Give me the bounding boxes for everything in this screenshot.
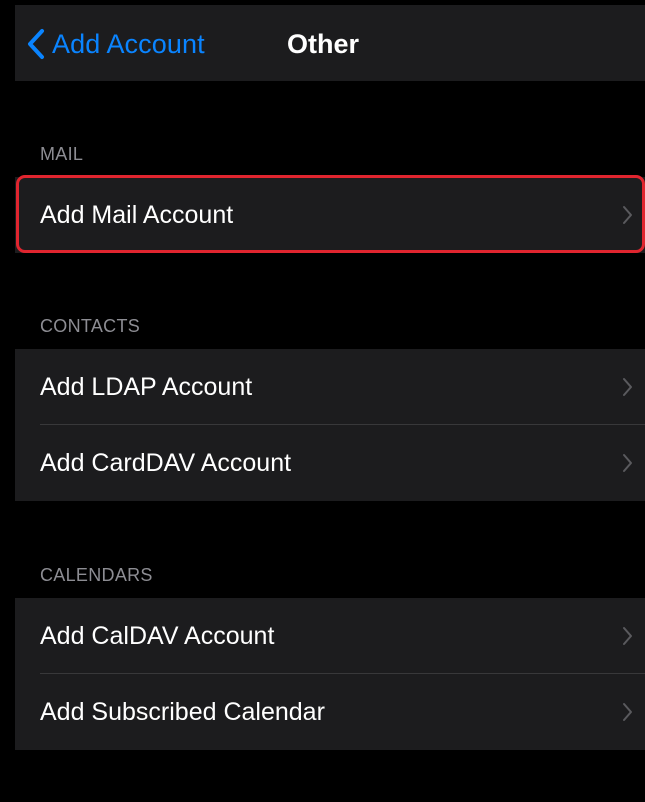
chevron-left-icon bbox=[28, 29, 44, 59]
add-subscribed-calendar-row[interactable]: Add Subscribed Calendar bbox=[15, 674, 645, 750]
add-mail-account-row[interactable]: Add Mail Account bbox=[15, 177, 645, 253]
row-label: Add Mail Account bbox=[40, 201, 234, 229]
row-label: Add CalDAV Account bbox=[40, 622, 275, 650]
add-carddav-account-row[interactable]: Add CardDAV Account bbox=[15, 425, 645, 501]
navigation-bar: Add Account Other bbox=[15, 5, 645, 81]
page-title: Other bbox=[287, 29, 360, 59]
add-caldav-account-row[interactable]: Add CalDAV Account bbox=[15, 598, 645, 674]
chevron-right-icon bbox=[623, 627, 632, 645]
chevron-right-icon bbox=[623, 703, 632, 721]
section-header-mail: MAIL bbox=[40, 144, 84, 164]
section-header-contacts: CONTACTS bbox=[40, 316, 141, 336]
row-label: Add CardDAV Account bbox=[40, 449, 292, 477]
section-header-calendars: CALENDARS bbox=[40, 565, 153, 585]
row-label: Add LDAP Account bbox=[40, 373, 253, 401]
chevron-right-icon bbox=[623, 378, 632, 396]
row-label: Add Subscribed Calendar bbox=[40, 698, 325, 726]
chevron-right-icon bbox=[623, 454, 632, 472]
group-contacts: Add LDAP Account Add CardDAV Account bbox=[15, 349, 645, 501]
settings-screen: Add Account Other MAIL Add Mail Account … bbox=[15, 5, 645, 802]
group-mail: Add Mail Account bbox=[15, 177, 645, 253]
add-ldap-account-row[interactable]: Add LDAP Account bbox=[15, 349, 645, 425]
back-button-label: Add Account bbox=[52, 28, 205, 59]
back-button[interactable]: Add Account bbox=[26, 24, 205, 64]
chevron-right-icon bbox=[623, 206, 632, 224]
group-calendars: Add CalDAV Account Add Subscribed Calend… bbox=[15, 598, 645, 750]
